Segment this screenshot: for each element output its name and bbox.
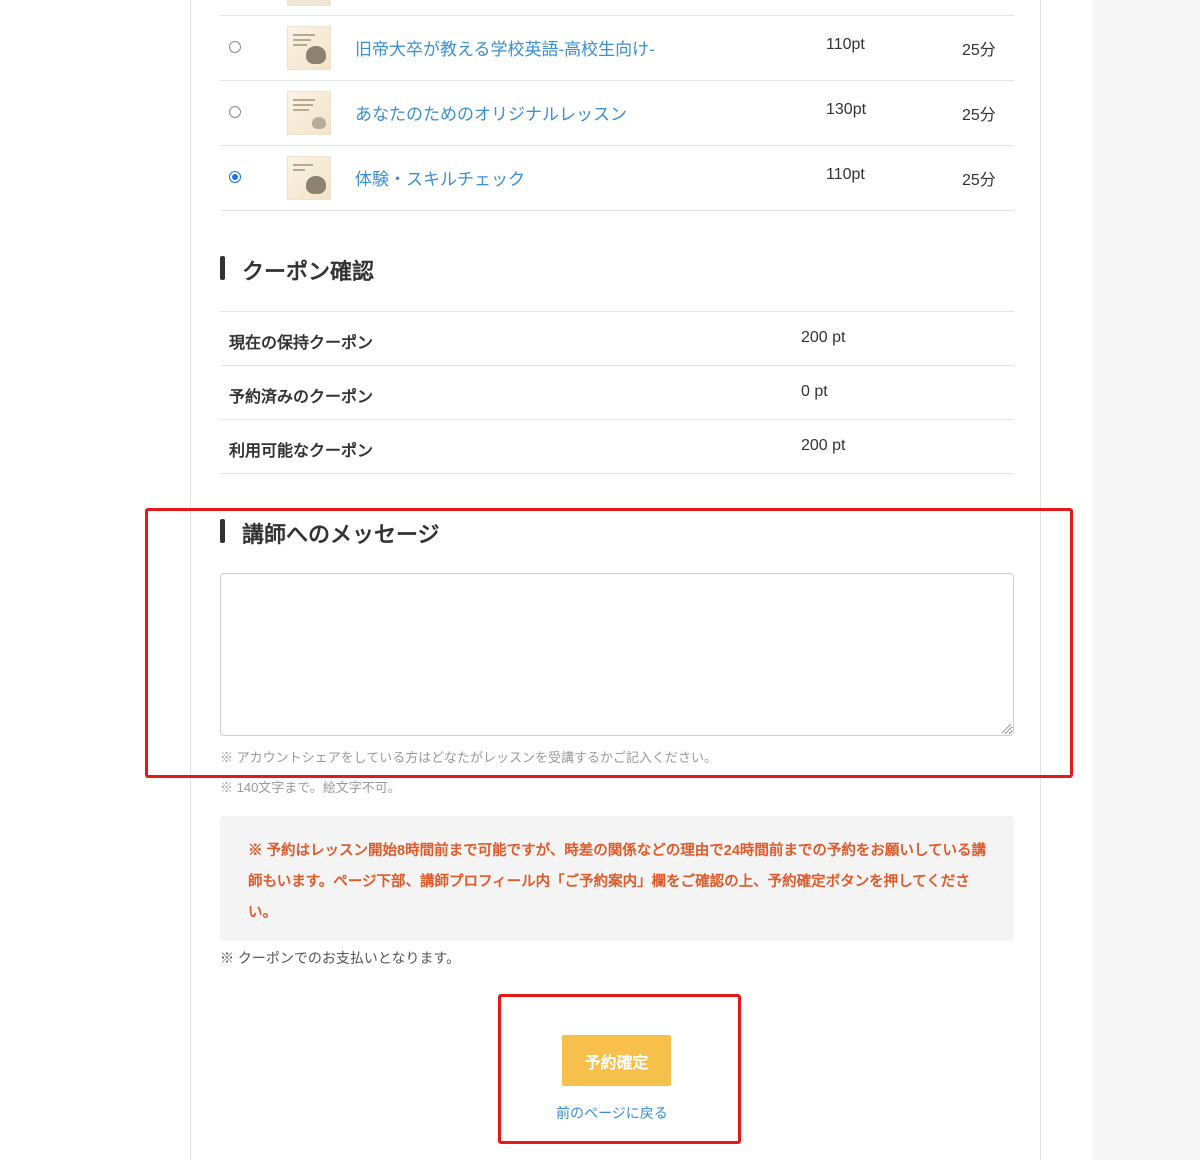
coupon-row: 予約済みのクーポン 0 pt [220, 365, 1014, 420]
lesson-duration: 25分 [962, 107, 996, 124]
coupon-value: 0 pt [801, 383, 828, 400]
lesson-thumbnail [287, 26, 331, 70]
lesson-row[interactable]: 旧帝大卒が教える学校英語-高校生向け- 110pt 25分 [220, 16, 1014, 81]
coupon-label: 予約済みのクーポン [229, 389, 374, 406]
message-textarea[interactable] [220, 573, 1014, 736]
back-to-previous-page-link[interactable]: 前のページに戻る [556, 1103, 668, 1123]
lesson-duration: 25分 [962, 172, 996, 189]
coupon-value: 200 pt [801, 329, 846, 346]
lesson-radio[interactable] [229, 106, 241, 118]
coupon-label: 利用可能なクーポン [229, 443, 374, 460]
lesson-radio-selected[interactable] [229, 171, 241, 183]
lesson-row[interactable]: あなたのためのオリジナルレッスン 130pt 25分 [220, 81, 1014, 146]
heading-accent-bar [220, 519, 225, 543]
lesson-thumbnail [287, 156, 331, 200]
lesson-title-link[interactable]: 旧帝大卒が教える学校英語-高校生向け- [355, 35, 655, 60]
payment-note: ※ クーポンでのお支払いとなります。 [220, 950, 461, 966]
coupon-heading-text: クーポン確認 [242, 259, 375, 284]
lesson-title-link[interactable]: あなたのためのオリジナルレッスン [355, 100, 627, 125]
message-note-account-share: ※ アカウントシェアをしている方はどなたがレッスンを受講するかご記入ください。 [220, 750, 717, 765]
lesson-points: 110pt [826, 36, 865, 53]
lesson-radio[interactable] [229, 41, 241, 53]
message-note-char-limit: ※ 140文字まで。絵文字不可。 [220, 780, 401, 795]
lesson-points: 110pt [826, 166, 865, 183]
reservation-warning-text: ※ 予約はレッスン開始8時間前まで可能ですが、時差の関係などの理由で24時間前ま… [248, 843, 986, 921]
lesson-thumbnail-partial [287, 0, 331, 6]
confirm-reservation-button[interactable]: 予約確定 [562, 1035, 671, 1086]
coupon-label: 現在の保持クーポン [229, 335, 374, 352]
lesson-title-link[interactable]: 体験・スキルチェック [355, 165, 525, 190]
reservation-warning-box: ※ 予約はレッスン開始8時間前まで可能ですが、時差の関係などの理由で24時間前ま… [220, 816, 1014, 941]
lesson-points: 130pt [826, 101, 867, 118]
heading-accent-bar [220, 256, 225, 280]
lesson-row[interactable]: 体験・スキルチェック 110pt 25分 [220, 146, 1014, 211]
coupon-value: 200 pt [801, 437, 846, 454]
lesson-duration: 25分 [962, 42, 996, 59]
lesson-thumbnail [287, 91, 331, 135]
coupon-row: 利用可能なクーポン 200 pt [220, 419, 1014, 474]
message-heading-text: 講師へのメッセージ [242, 522, 440, 547]
resize-grip-icon[interactable] [1000, 722, 1012, 734]
page-background-right [1092, 0, 1200, 1160]
coupon-row: 現在の保持クーポン 200 pt [220, 311, 1014, 366]
